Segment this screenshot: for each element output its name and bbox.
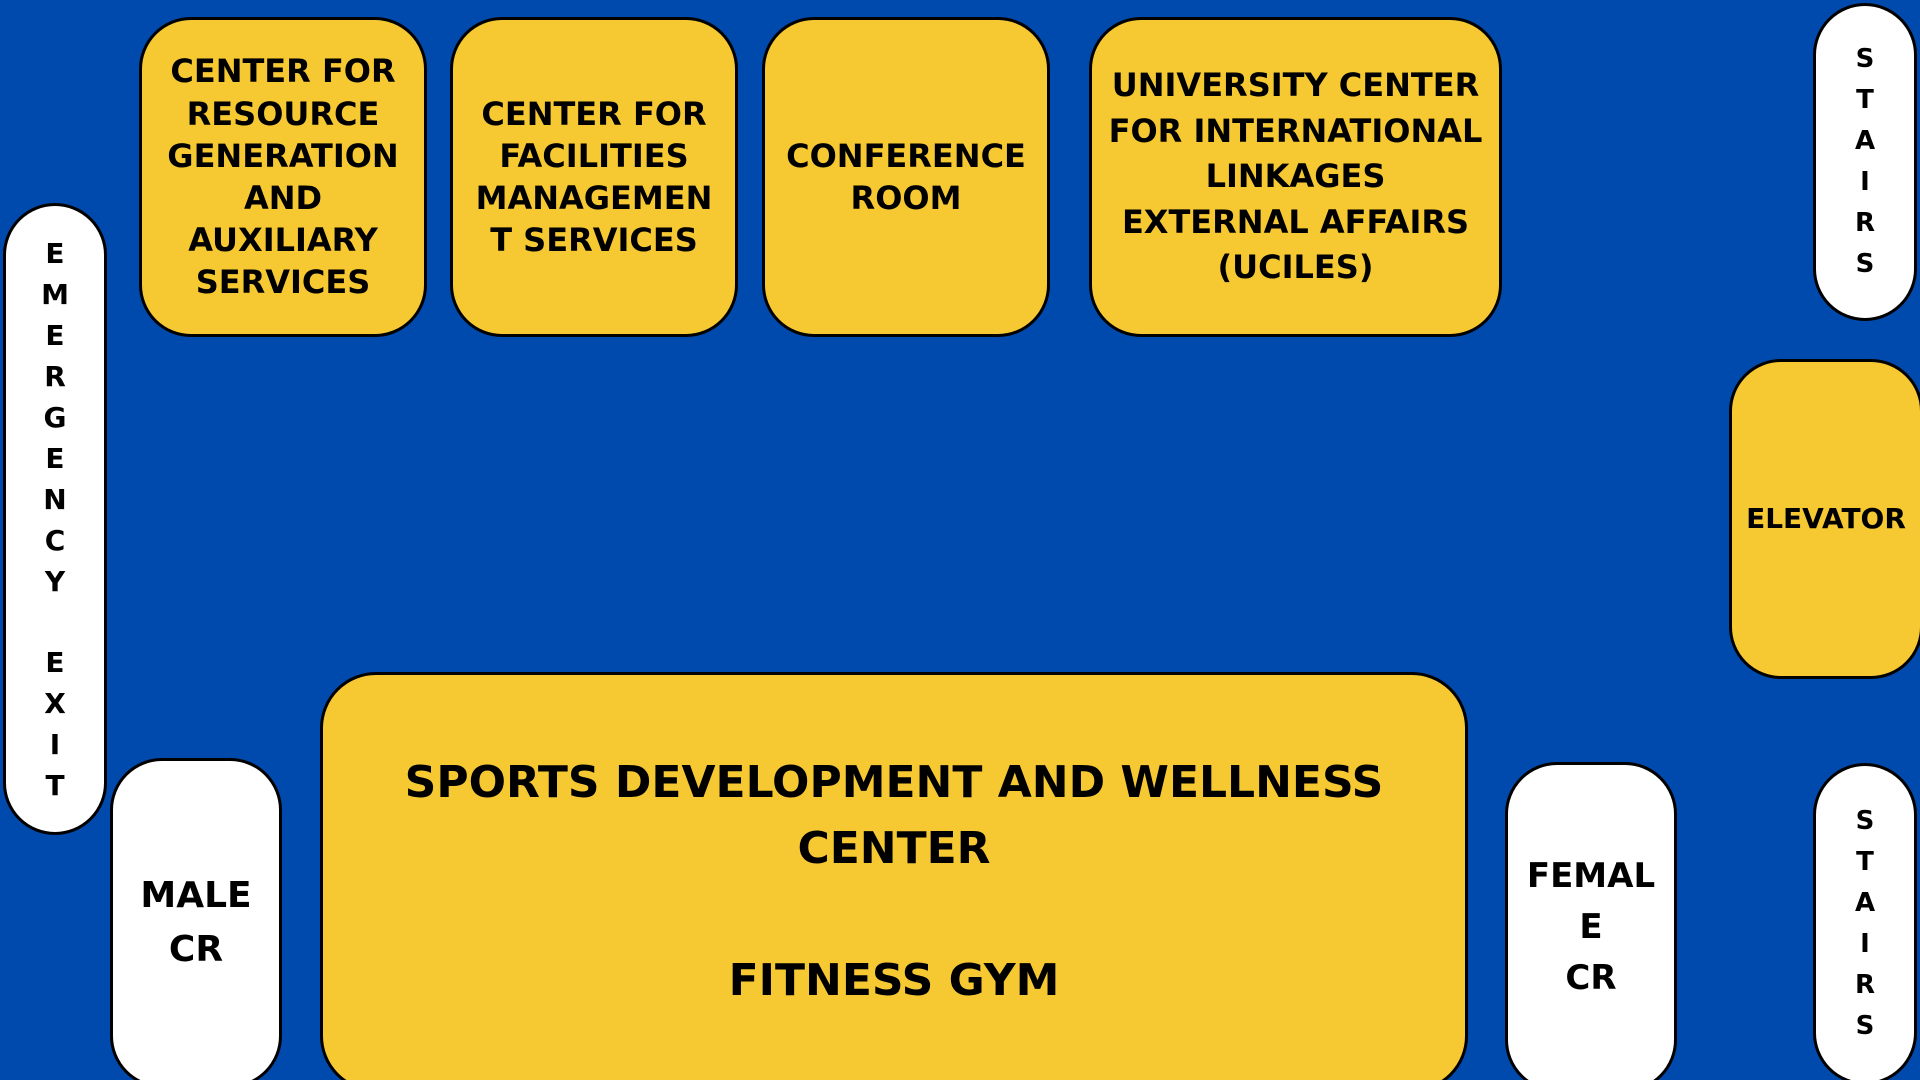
room-label-line: MALE bbox=[140, 875, 252, 916]
exit-letter: X bbox=[44, 686, 66, 720]
room-label: CENTER FOR RESOURCE GENERATION AND AUXIL… bbox=[167, 50, 398, 303]
room-label-line: UNIVERSITY CENTER bbox=[1111, 66, 1480, 105]
room-label-line: LINKAGES bbox=[1205, 157, 1386, 196]
room-label-line: AND bbox=[243, 179, 323, 217]
exit-letter: E bbox=[45, 441, 65, 475]
exit-letter: E bbox=[45, 236, 65, 270]
emergency-exit[interactable]: E M E R G E N C Y E X I T bbox=[3, 203, 107, 835]
floor-plan: CENTER FOR RESOURCE GENERATION AND AUXIL… bbox=[0, 0, 1920, 1080]
room-label-line: FOR INTERNATIONAL bbox=[1108, 111, 1483, 150]
room-label-line: ROOM bbox=[850, 179, 962, 217]
stairs-bottom[interactable]: S T A I R S bbox=[1813, 763, 1917, 1080]
stairs-letter: I bbox=[1860, 929, 1870, 959]
room-label: MALE CR bbox=[140, 869, 251, 977]
room-subtitle: FITNESS GYM bbox=[728, 955, 1060, 1006]
room-label: CONFERENCE ROOM bbox=[786, 135, 1026, 219]
stairs-letter: S bbox=[1855, 249, 1875, 279]
room-label-line: CONFERENCE bbox=[786, 136, 1026, 175]
stairs-letter: R bbox=[1854, 970, 1876, 1000]
room-male-cr[interactable]: MALE CR bbox=[110, 758, 282, 1080]
room-label: UNIVERSITY CENTER FOR INTERNATIONAL LINK… bbox=[1109, 63, 1483, 290]
room-label-line: EXTERNAL AFFAIRS bbox=[1121, 202, 1470, 241]
stairs-letter: S bbox=[1855, 806, 1875, 836]
stairs-letter: R bbox=[1854, 208, 1876, 238]
exit-letter: R bbox=[44, 359, 66, 393]
room-label-line: AUXILIARY bbox=[188, 221, 378, 260]
stairs-top[interactable]: S T A I R S bbox=[1813, 3, 1917, 321]
stairs-letter: S bbox=[1855, 44, 1875, 74]
room-sports-development-gym[interactable]: SPORTS DEVELOPMENT AND WELLNESS CENTER F… bbox=[320, 672, 1468, 1080]
room-label-line: CR bbox=[168, 929, 224, 970]
exit-letter: E bbox=[45, 645, 65, 679]
room-label-line: E bbox=[1579, 906, 1603, 947]
exit-letter: Y bbox=[44, 564, 66, 598]
room-label-line: SPORTS DEVELOPMENT AND WELLNESS bbox=[404, 757, 1384, 808]
room-label-line: CR bbox=[1565, 957, 1617, 998]
exit-letter: G bbox=[43, 400, 67, 434]
room-female-cr[interactable]: FEMAL E CR bbox=[1505, 762, 1677, 1080]
exit-letter: C bbox=[44, 523, 66, 557]
room-label: FEMAL E CR bbox=[1527, 851, 1655, 1004]
label-spacer bbox=[405, 882, 1384, 948]
stairs-letter: I bbox=[1860, 167, 1870, 197]
room-label-line: RESOURCE bbox=[186, 94, 380, 133]
room-label-line: CENTER FOR bbox=[170, 52, 396, 91]
room-center-for-resource-generation[interactable]: CENTER FOR RESOURCE GENERATION AND AUXIL… bbox=[139, 17, 427, 337]
exit-letter: N bbox=[43, 482, 67, 516]
stairs-letter: A bbox=[1854, 126, 1876, 156]
room-label: SPORTS DEVELOPMENT AND WELLNESS CENTER F… bbox=[405, 750, 1384, 1014]
room-label-line: CENTER FOR bbox=[481, 94, 707, 133]
stairs-letter: T bbox=[1856, 847, 1874, 877]
exit-letter: E bbox=[45, 318, 65, 352]
room-label-line: T SERVICES bbox=[490, 221, 698, 260]
room-label-line: SERVICES bbox=[195, 263, 371, 302]
room-label-line: FEMAL bbox=[1526, 855, 1656, 896]
stairs-letter: T bbox=[1856, 85, 1874, 115]
room-label-line: CENTER bbox=[797, 823, 991, 874]
stairs-letter: A bbox=[1854, 888, 1876, 918]
exit-letter: T bbox=[45, 768, 65, 802]
room-label-line: MANAGEMEN bbox=[475, 179, 713, 217]
room-uciles[interactable]: UNIVERSITY CENTER FOR INTERNATIONAL LINK… bbox=[1089, 17, 1502, 337]
room-label-line: (UCILES) bbox=[1217, 248, 1374, 287]
stairs-letter: S bbox=[1855, 1011, 1875, 1041]
room-conference[interactable]: CONFERENCE ROOM bbox=[762, 17, 1050, 337]
room-label: ELEVATOR bbox=[1746, 501, 1906, 535]
exit-letter: I bbox=[49, 727, 61, 761]
room-label: CENTER FOR FACILITIES MANAGEMEN T SERVIC… bbox=[476, 93, 713, 262]
room-label-line: FACILITIES bbox=[499, 136, 689, 175]
room-center-for-facilities-management[interactable]: CENTER FOR FACILITIES MANAGEMEN T SERVIC… bbox=[450, 17, 738, 337]
room-label-line: GENERATION bbox=[167, 136, 399, 175]
exit-letter: M bbox=[41, 277, 69, 311]
room-elevator[interactable]: ELEVATOR bbox=[1729, 359, 1920, 679]
